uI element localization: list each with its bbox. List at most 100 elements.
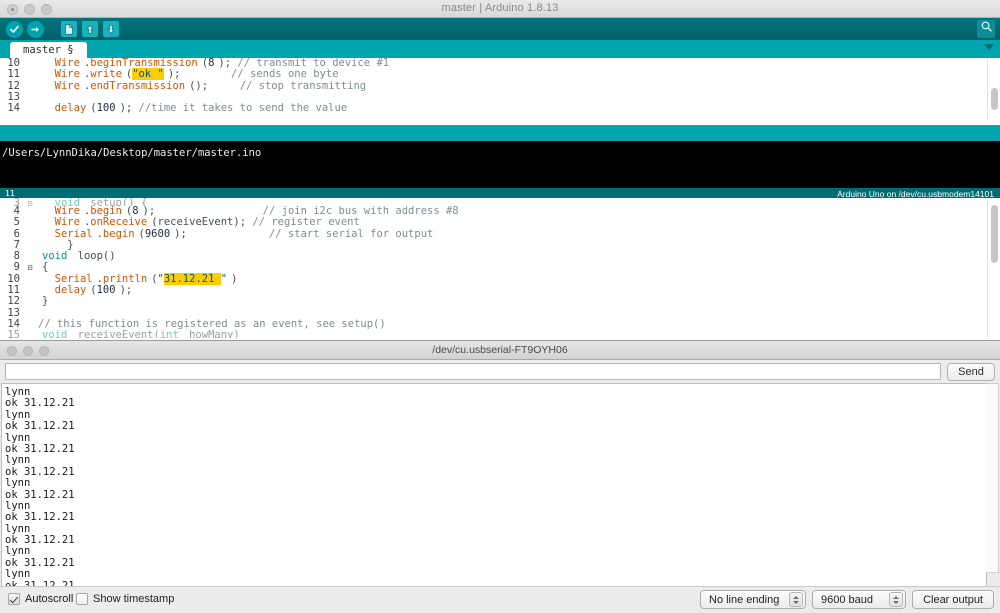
serial-output-line: lynn (5, 545, 31, 558)
fold-marker (26, 274, 34, 285)
code-text: } (42, 295, 49, 308)
line-ending-select[interactable]: No line ending (700, 590, 806, 609)
line-number: 4 (0, 205, 26, 218)
code-text: Wire .endTransmission (); // stop transmit… (54, 79, 367, 92)
line-number: 15 (0, 330, 26, 338)
serial-output-line: lynn (5, 431, 31, 444)
serial-monitor-button[interactable] (977, 20, 995, 38)
line-number: 6 (0, 228, 26, 240)
fold-marker[interactable]: ⊟ (26, 262, 34, 273)
serial-monitor-title: /dev/cu.usbserial-FT9OYH06 (432, 344, 568, 356)
stepper-arrows-icon[interactable] (789, 592, 803, 607)
code-text: delay (100); (54, 284, 133, 297)
line-number: 7 (0, 239, 26, 252)
serial-send-input[interactable] (5, 363, 941, 380)
code-text: // this function is registered as an eve… (38, 317, 386, 330)
code-text: delay (100); //time it takes to send the … (54, 102, 348, 115)
fold-marker[interactable]: ⊟ (26, 198, 34, 206)
console-top-strip (0, 125, 1000, 141)
stepper-arrows-icon[interactable] (889, 592, 903, 607)
arrow-down-icon (103, 21, 119, 37)
arduino-toolbar (0, 18, 1000, 40)
chevron-down-icon[interactable] (984, 44, 994, 50)
open-sketch-button[interactable] (81, 20, 99, 38)
line-number: 12 (0, 296, 26, 308)
editor-pane-master[interactable]: 10 Wire .beginTransmission (8); // transmi… (0, 58, 1000, 118)
fold-marker (26, 58, 34, 69)
code-line: 15 void receiveEvent(int howMany) (0, 330, 1000, 338)
code-text: void setup() { (54, 198, 148, 206)
fold-marker (26, 285, 34, 296)
serial-output-line: ok 31.12.21 (5, 556, 75, 569)
code-line: 14 // this function is registered as an e… (0, 317, 1000, 331)
window-title: master | Arduino 1.8.13 (441, 2, 559, 14)
code-line: 10 Serial .println ("31.12.21 ") (0, 272, 1000, 286)
build-console: /Users/LynnDika/Desktop/master/master.in… (0, 141, 1000, 188)
fold-marker (26, 92, 34, 103)
code-line: 6 Serial .begin (9600); // start serial fo… (0, 227, 1000, 240)
line-number: 8 (0, 250, 26, 263)
status-line-number: 11 (5, 189, 15, 198)
arrow-up-icon (82, 21, 98, 37)
editor-pane-slave[interactable]: 3 ⊟ void setup() {4 Wire .begin (8); // joi… (0, 198, 1000, 338)
fold-marker (26, 251, 34, 262)
fold-marker (26, 240, 34, 251)
save-sketch-button[interactable] (102, 20, 120, 38)
fold-marker (26, 81, 34, 92)
editor-bottom-scroll-thumb[interactable] (991, 205, 998, 263)
arrow-right-icon (26, 20, 44, 38)
serial-output-line: ok 31.12.21 (5, 511, 75, 524)
new-sketch-button[interactable] (60, 20, 78, 38)
fold-marker (26, 308, 34, 319)
code-text: Serial .begin (9600); // start serial for … (54, 227, 434, 240)
autoscroll-option[interactable]: Autoscroll (8, 593, 73, 605)
serial-output-line: lynn (5, 454, 31, 467)
fold-marker (26, 69, 34, 80)
baud-rate-select[interactable]: 9600 baud (812, 590, 906, 609)
timestamp-checkbox[interactable] (76, 593, 88, 605)
code-line: 7 } (0, 239, 1000, 252)
code-text: void receiveEvent(int howMany) (42, 330, 240, 338)
baud-rate-value: 9600 baud (821, 593, 873, 606)
serial-output-vertical-scrollbar[interactable] (986, 383, 999, 573)
window-titlebar: master | Arduino 1.8.13 (0, 0, 1000, 18)
serial-output-line: ok 31.12.21 (5, 465, 75, 478)
serial-output-line: lynn (5, 499, 31, 512)
verify-button[interactable] (5, 20, 23, 38)
clear-output-button[interactable]: Clear output (912, 590, 994, 609)
arduino-ide-window: master | Arduino 1.8.13 master § 10 Wire… (0, 0, 1000, 613)
code-line: 3 ⊟ void setup() { (0, 198, 1000, 206)
magnifier-icon (980, 20, 993, 38)
upload-button[interactable] (26, 20, 44, 38)
autoscroll-checkbox[interactable] (8, 593, 20, 605)
editor-top-scrollbar[interactable] (987, 58, 1000, 119)
editor-top-scroll-thumb[interactable] (991, 88, 998, 110)
code-line: 12} (0, 295, 1000, 308)
autoscroll-label: Autoscroll (25, 593, 74, 605)
serial-output-line: ok 31.12.21 (5, 420, 75, 433)
editor-bottom-scrollbar[interactable] (987, 199, 1000, 338)
serial-monitor-titlebar: /dev/cu.usbserial-FT9OYH06 (0, 341, 1000, 360)
code-line: 8 void loop() (0, 250, 1000, 263)
serial-output-area[interactable]: lynn ok 31.12.21 lynn ok 31.12.21 lynn ok 31.… (1, 383, 987, 613)
serial-output-line: lynn (5, 522, 31, 535)
line-number: 14 (0, 318, 26, 331)
serial-monitor-bottom-bar: Autoscroll Show timestamp No line ending… (0, 586, 1000, 613)
fold-marker (26, 217, 34, 228)
serial-output-line: lynn (5, 408, 31, 421)
fold-marker (26, 296, 34, 307)
timestamp-label: Show timestamp (93, 593, 175, 605)
code-line: 12 Wire .endTransmission (); // stop trans… (0, 79, 1000, 92)
line-number: 3 (0, 198, 26, 206)
fold-marker (26, 206, 34, 217)
fold-marker (26, 103, 34, 114)
check-icon (5, 20, 23, 38)
send-button[interactable]: Send (947, 362, 995, 381)
fold-marker (26, 319, 34, 330)
serial-output-line: lynn (5, 386, 31, 398)
line-ending-value: No line ending (709, 593, 780, 606)
timestamp-option[interactable]: Show timestamp (76, 593, 174, 605)
serial-output-line: lynn (5, 568, 31, 581)
new-file-icon (61, 21, 77, 37)
tab-master[interactable]: master § (10, 42, 87, 58)
